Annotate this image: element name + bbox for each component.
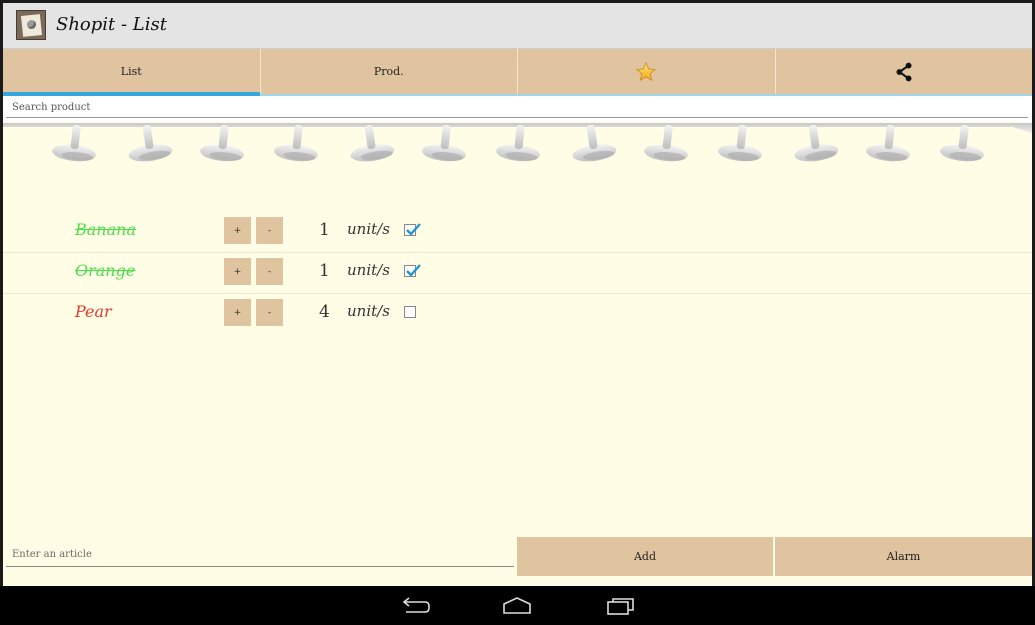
add-button[interactable]: Add [517,537,773,576]
spiral-ring [274,124,318,162]
item-name[interactable]: Banana [75,220,136,239]
alarm-button[interactable]: Alarm [775,537,1032,576]
list-item: Orange + - 1 unit/s [3,253,1032,294]
item-checkbox[interactable] [404,264,421,277]
spiral-ring [496,124,540,162]
tab-share[interactable] [776,49,1033,94]
tab-favorites[interactable] [518,49,776,94]
spiral-ring [128,125,173,162]
home-icon[interactable] [499,594,535,618]
spiral-ring [52,124,96,162]
spiral-ring [572,125,617,162]
search-input[interactable] [6,98,1028,118]
spiral-ring [794,125,839,162]
item-checkbox[interactable] [404,223,421,236]
tab-products-label: Prod. [373,65,404,78]
app-title: Shopit - List [56,14,167,35]
item-quantity: 1 [319,261,330,281]
item-checkbox[interactable] [404,306,416,318]
item-name[interactable]: Pear [75,302,112,321]
item-unit: unit/s [347,261,390,279]
spiral-ring [940,124,984,162]
list-item: Pear + - 4 unit/s [3,294,1032,334]
action-bar: Shopit - List [3,3,1032,49]
spiral-ring [866,124,910,162]
spiral-ring [644,124,688,162]
tab-products[interactable]: Prod. [261,49,518,94]
back-icon[interactable] [396,594,432,618]
star-icon [636,61,657,81]
app-logo-icon[interactable] [16,10,46,40]
spiral-ring [718,124,762,162]
article-input[interactable] [6,543,514,567]
tab-list-label: List [120,65,142,78]
increase-button[interactable]: + [224,258,251,285]
recent-apps-icon[interactable] [602,594,638,618]
tab-list[interactable]: List [3,49,261,96]
item-unit: unit/s [347,220,390,238]
item-unit: unit/s [347,302,390,320]
checkmark-icon [406,264,421,277]
app-window: Shopit - List List Prod. Search product … [3,3,1032,586]
increase-button[interactable]: + [224,217,251,244]
decrease-button[interactable]: - [256,217,283,244]
spiral-ring [350,125,395,162]
decrease-button[interactable]: - [256,299,283,326]
decrease-button[interactable]: - [256,258,283,285]
increase-button[interactable]: + [224,299,251,326]
search-bar [3,96,1032,122]
checkmark-icon [406,223,421,236]
share-icon [896,62,912,81]
list-item: Banana + - 1 unit/s [3,212,1032,253]
spiral-ring [422,124,466,162]
spiral-ring [200,124,244,162]
system-nav-bar [0,586,1035,625]
notebook-spiral-decoration [3,123,1032,162]
tab-bar: List Prod. [3,49,1032,96]
item-name[interactable]: Orange [75,261,135,280]
item-quantity: 4 [319,302,330,322]
item-quantity: 1 [319,220,330,240]
